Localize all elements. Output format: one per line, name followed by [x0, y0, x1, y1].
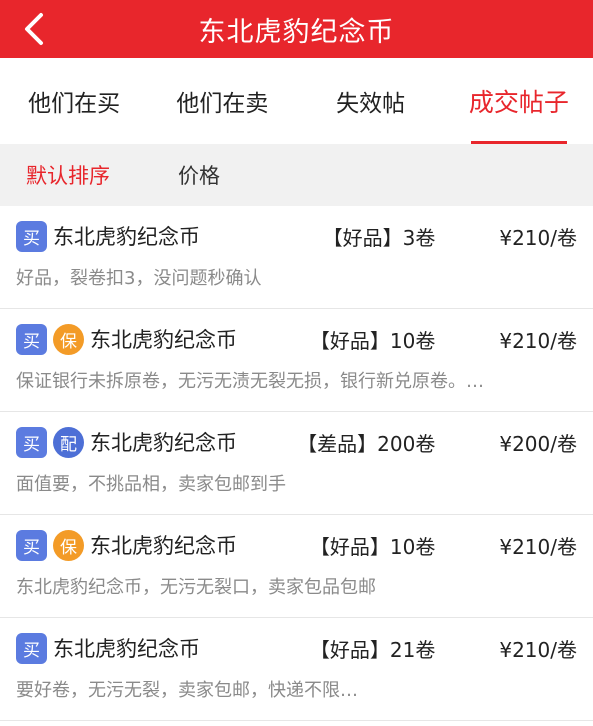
- back-button[interactable]: [14, 9, 54, 49]
- delivery-badge-icon: 配: [53, 426, 84, 458]
- item-header-row: 买 配 东北虎豹纪念币 【差品】200卷 ¥200/卷: [16, 412, 577, 472]
- item-price: ¥210/卷: [499, 328, 577, 353]
- tab-completed-posts[interactable]: 成交帖子: [445, 58, 593, 144]
- buy-badge-icon: 买: [16, 529, 47, 561]
- list-item[interactable]: 买 保 东北虎豹纪念币 【好品】10卷 ¥210/卷 东北虎豹纪念币，无污无裂口…: [0, 515, 593, 618]
- item-price: ¥210/卷: [499, 225, 577, 250]
- guarantee-badge-icon: 保: [53, 323, 84, 355]
- tab-they-sell[interactable]: 他们在卖: [148, 58, 296, 144]
- list-item[interactable]: 买 东北虎豹纪念币 【好品】21卷 ¥210/卷 要好卷，无污无裂，卖家包邮，快…: [0, 618, 593, 721]
- tab-bar: 他们在买 他们在卖 失效帖 成交帖子: [0, 58, 593, 144]
- item-header-row: 买 东北虎豹纪念币 【好品】3卷 ¥210/卷: [16, 206, 577, 266]
- page-title: 东北虎豹纪念币: [198, 16, 395, 48]
- guarantee-badge-icon: 保: [53, 529, 84, 561]
- sort-bar: 默认排序 价格: [0, 144, 593, 206]
- sort-price-button[interactable]: 价格: [178, 160, 220, 190]
- item-name: 东北虎豹纪念币: [90, 328, 237, 352]
- item-description: 好品，裂卷扣3，没问题秒确认: [16, 268, 262, 289]
- item-description: 东北虎豹纪念币，无污无裂口，卖家包品包邮: [16, 577, 376, 598]
- chevron-left-icon: [25, 13, 43, 45]
- list-item[interactable]: 买 东北虎豹纪念币 【好品】3卷 ¥210/卷 好品，裂卷扣3，没问题秒确认: [0, 206, 593, 309]
- list-item[interactable]: 买 保 东北虎豹纪念币 【好品】10卷 ¥210/卷 保证银行未拆原卷，无污无渍…: [0, 309, 593, 412]
- item-name: 东北虎豹纪念币: [90, 431, 237, 455]
- app-header: 东北虎豹纪念币: [0, 0, 593, 58]
- buy-badge-icon: 买: [16, 323, 47, 355]
- item-grade-quantity: 【差品】200卷: [297, 431, 436, 456]
- item-header-row: 买 东北虎豹纪念币 【好品】21卷 ¥210/卷: [16, 618, 577, 678]
- buy-badge-icon: 买: [16, 632, 47, 664]
- item-description: 要好卷，无污无裂，卖家包邮，快递不限…: [16, 680, 358, 701]
- buy-badge-icon: 买: [16, 220, 47, 252]
- item-name: 东北虎豹纪念币: [53, 637, 200, 661]
- item-description: 面值要，不挑品相，卖家包邮到手: [16, 474, 286, 495]
- item-header-row: 买 保 东北虎豹纪念币 【好品】10卷 ¥210/卷: [16, 309, 577, 369]
- item-grade-quantity: 【好品】3卷: [322, 225, 436, 250]
- list-item[interactable]: 买 配 东北虎豹纪念币 【差品】200卷 ¥200/卷 面值要，不挑品相，卖家包…: [0, 412, 593, 515]
- item-price: ¥210/卷: [499, 637, 577, 662]
- item-grade-quantity: 【好品】10卷: [309, 534, 436, 559]
- buy-badge-icon: 买: [16, 426, 47, 458]
- item-price: ¥200/卷: [499, 431, 577, 456]
- item-description: 保证银行未拆原卷，无污无渍无裂无损，银行新兑原卷。…: [16, 371, 484, 392]
- post-list: 买 东北虎豹纪念币 【好品】3卷 ¥210/卷 好品，裂卷扣3，没问题秒确认 买…: [0, 206, 593, 721]
- item-grade-quantity: 【好品】21卷: [309, 637, 436, 662]
- tab-they-buy[interactable]: 他们在买: [0, 58, 148, 144]
- item-name: 东北虎豹纪念币: [53, 225, 200, 249]
- item-name: 东北虎豹纪念币: [90, 534, 237, 558]
- item-grade-quantity: 【好品】10卷: [309, 328, 436, 353]
- item-header-row: 买 保 东北虎豹纪念币 【好品】10卷 ¥210/卷: [16, 515, 577, 575]
- sort-default-button[interactable]: 默认排序: [26, 160, 110, 190]
- item-price: ¥210/卷: [499, 534, 577, 559]
- tab-expired-posts[interactable]: 失效帖: [297, 58, 445, 144]
